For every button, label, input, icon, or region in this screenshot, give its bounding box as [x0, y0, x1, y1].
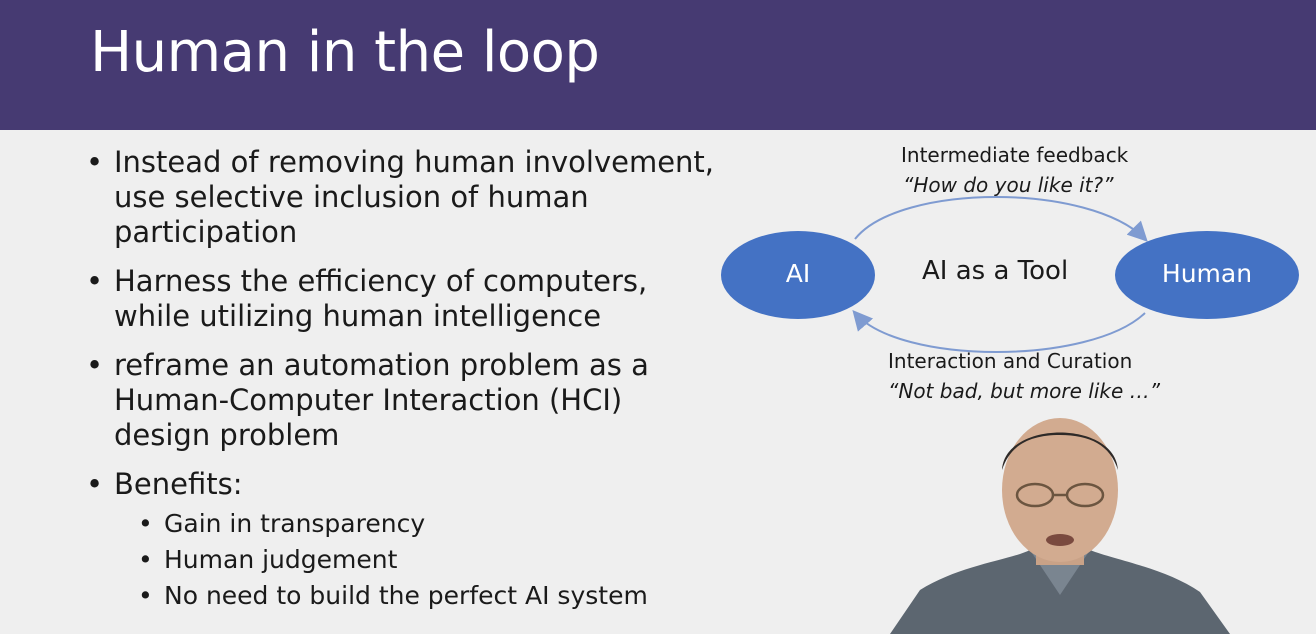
top-label: Intermediate feedback — [901, 143, 1129, 167]
bullet-item: Instead of removing human involvement, u… — [84, 145, 724, 250]
bullet-item: reframe an automation problem as a Human… — [84, 348, 724, 453]
bullet-text: reframe an automation problem as a Human… — [114, 348, 649, 452]
sub-bullet-item: Gain in transparency — [114, 506, 724, 542]
sub-bullet-item: Human judgement — [114, 542, 724, 578]
bullet-text: Instead of removing human involvement, u… — [114, 145, 715, 249]
top-arrow — [854, 196, 1148, 242]
bottom-label: Interaction and Curation — [888, 349, 1133, 373]
bullet-item: Benefits: Gain in transparency Human jud… — [84, 467, 724, 614]
bullet-item: Harness the efficiency of computers, whi… — [84, 264, 724, 334]
top-quote: “How do you like it?” — [903, 173, 1114, 197]
bullet-text: Harness the efficiency of computers, whi… — [114, 264, 648, 333]
sub-bullet-list: Gain in transparency Human judgement No … — [114, 506, 724, 614]
human-node-label: Human — [1161, 259, 1253, 288]
bullet-text: Benefits: — [114, 467, 243, 501]
slide-title: Human in the loop — [90, 20, 600, 85]
title-bar: Human in the loop — [0, 0, 1316, 130]
center-label: AI as a Tool — [922, 256, 1069, 286]
sub-bullet-item: No need to build the perfect AI system — [114, 578, 724, 614]
bottom-arrow — [852, 309, 1146, 353]
loop-diagram: Intermediate feedback “How do you like i… — [700, 135, 1316, 425]
bullet-list: Instead of removing human involvement, u… — [84, 145, 724, 628]
ai-node-label: AI — [785, 259, 811, 288]
presenter-video — [890, 400, 1230, 634]
presenter-image — [890, 400, 1230, 634]
